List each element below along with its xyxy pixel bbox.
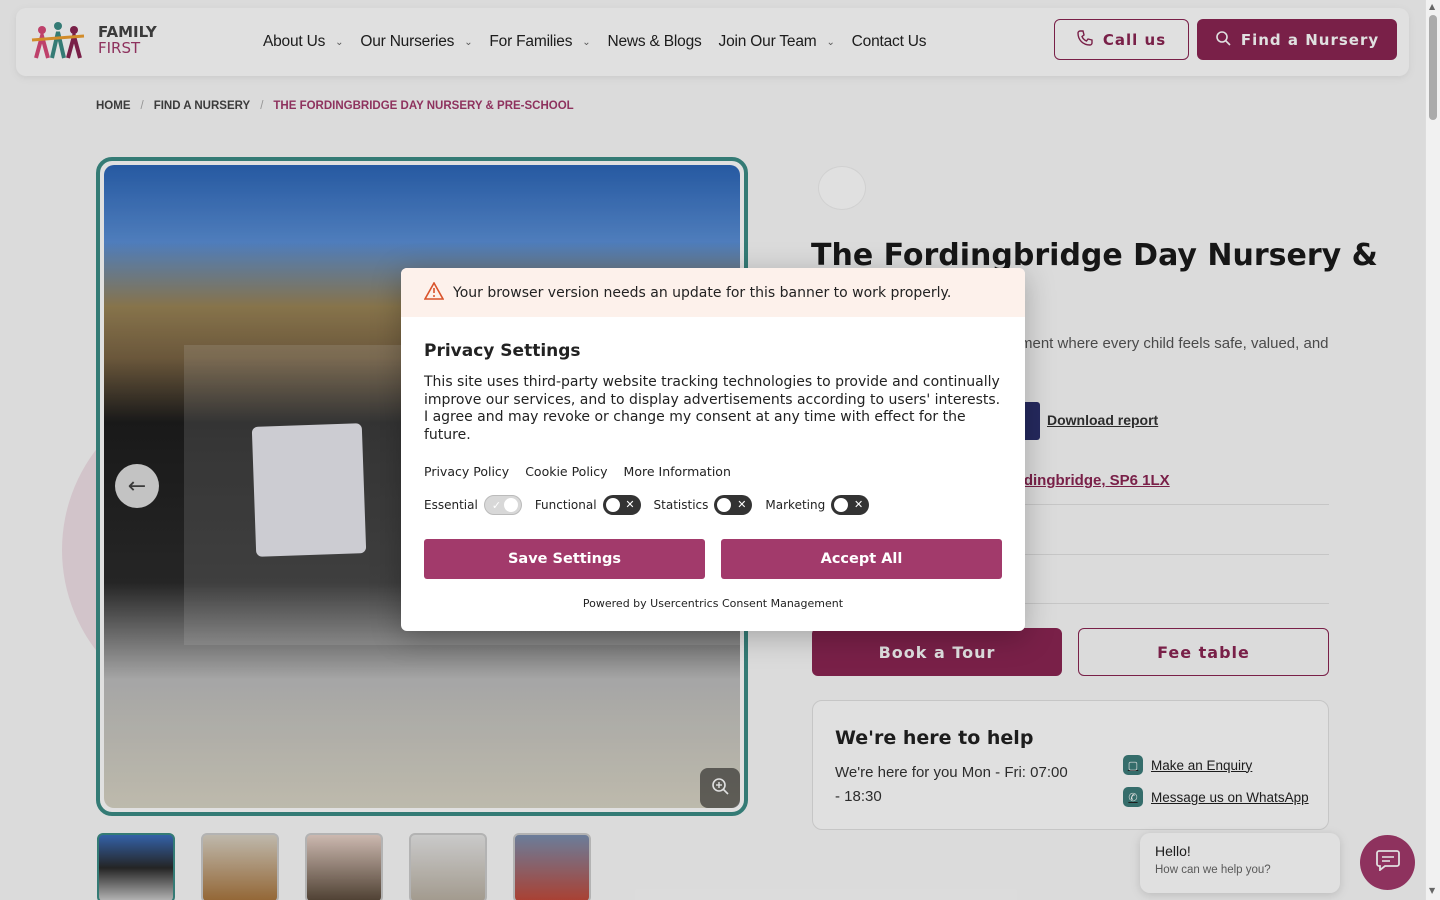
accept-all-button[interactable]: Accept All [721, 539, 1002, 579]
privacy-settings-modal: Your browser version needs an update for… [401, 268, 1025, 631]
toggle-label: Functional [534, 498, 597, 512]
scrollbar-thumb[interactable] [1429, 15, 1437, 120]
warning-triangle-icon [423, 280, 445, 304]
marketing-switch[interactable]: ✕ [831, 495, 870, 515]
browser-warning-text: Your browser version needs an update for… [453, 284, 952, 301]
check-icon: ✓ [491, 499, 502, 512]
toggle-label: Statistics [653, 498, 709, 512]
cross-icon: ✕ [854, 498, 864, 511]
scroll-down-icon[interactable]: ▼ [1429, 886, 1435, 895]
browser-warning-banner: Your browser version needs an update for… [401, 268, 1025, 317]
privacy-title: Privacy Settings [424, 341, 581, 361]
toggle-marketing: Marketing ✕ [765, 495, 870, 515]
toggle-statistics: Statistics ✕ [654, 495, 753, 515]
consent-toggles: Essential ✓ Functional ✕ Statistics ✕ Ma… [424, 495, 1002, 515]
save-settings-button[interactable]: Save Settings [424, 539, 705, 579]
statistics-switch[interactable]: ✕ [714, 495, 753, 515]
more-information-link[interactable]: More Information [624, 464, 731, 479]
privacy-links: Privacy Policy Cookie Policy More Inform… [424, 464, 1002, 479]
functional-switch[interactable]: ✕ [602, 495, 641, 515]
privacy-policy-link[interactable]: Privacy Policy [424, 464, 509, 479]
essential-switch[interactable]: ✓ [483, 495, 522, 515]
toggle-essential: Essential ✓ [424, 495, 522, 515]
toggle-functional: Functional ✕ [535, 495, 641, 515]
toggle-label: Essential [424, 498, 478, 512]
privacy-text: This site uses third-party website track… [424, 374, 1001, 443]
toggle-label: Marketing [765, 498, 826, 512]
cross-icon: ✕ [625, 498, 635, 511]
scroll-up-icon[interactable]: ▲ [1429, 2, 1435, 11]
page-scrollbar[interactable]: ▲ ▼ [1425, 0, 1440, 900]
powered-by-text: Powered by Usercentrics Consent Manageme… [582, 597, 844, 610]
cookie-policy-link[interactable]: Cookie Policy [525, 464, 607, 479]
cross-icon: ✕ [737, 498, 747, 511]
consent-buttons: Save Settings Accept All [424, 539, 1002, 579]
